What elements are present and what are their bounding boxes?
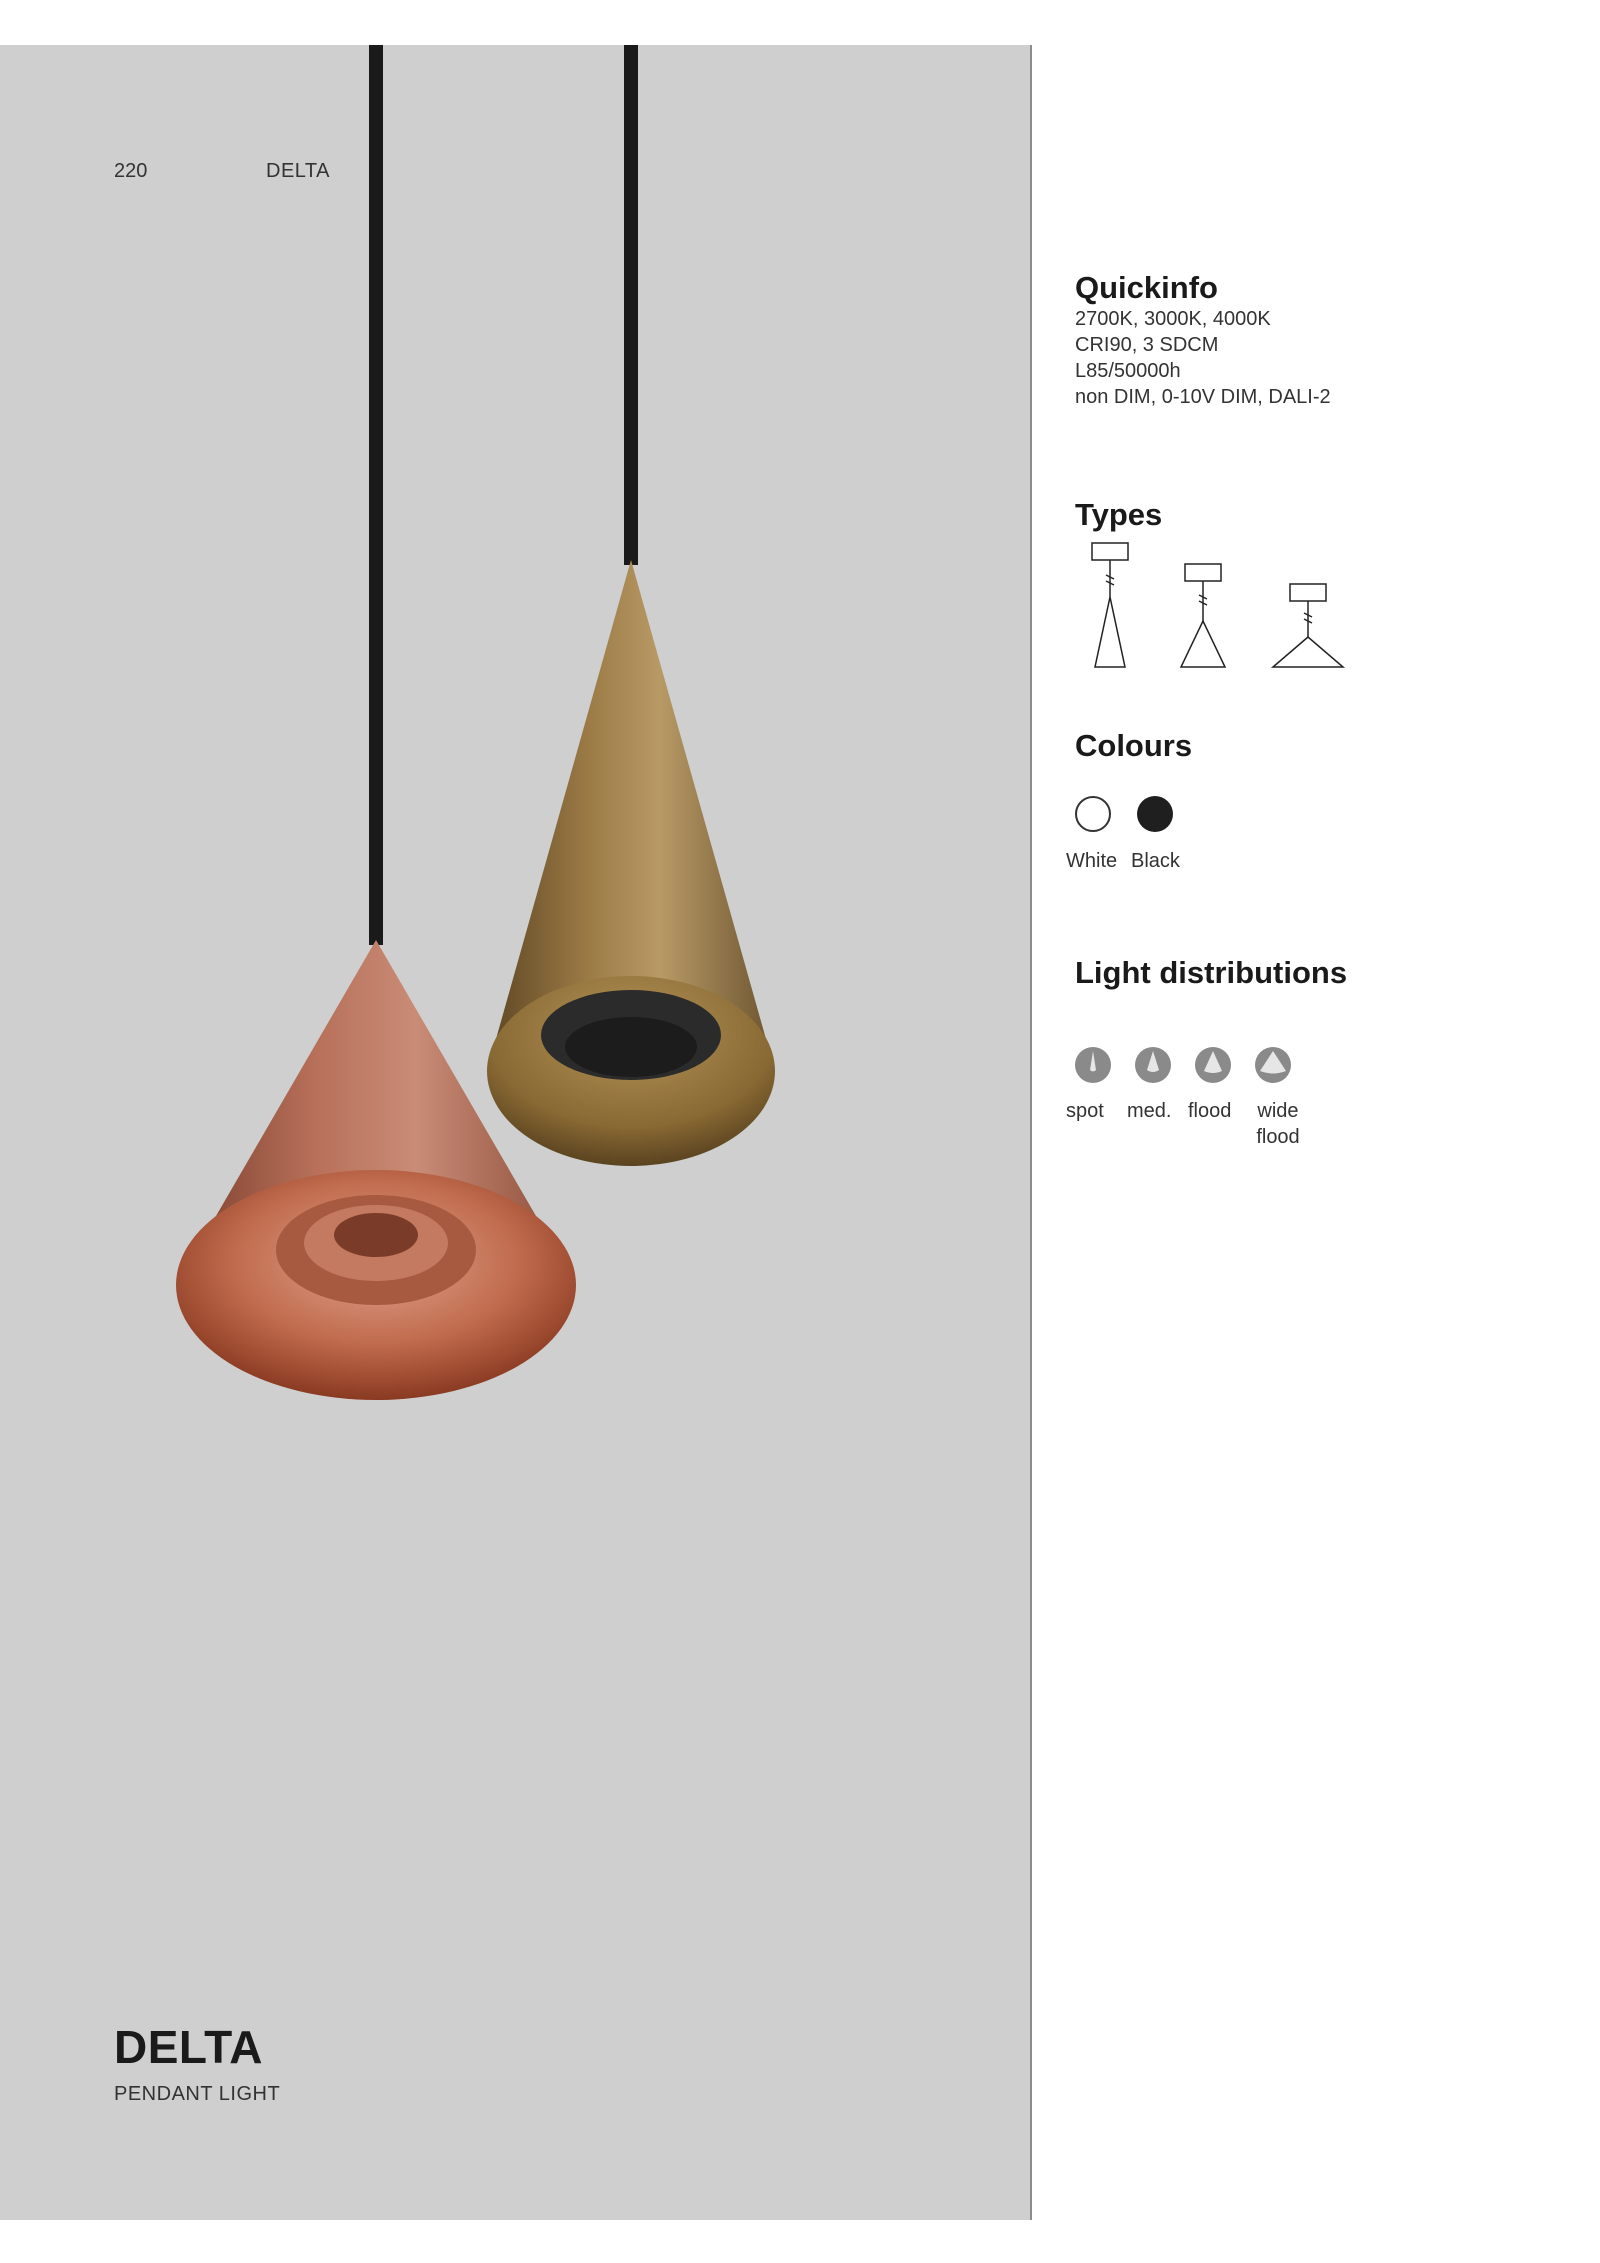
type-tall-cone-icon — [1091, 542, 1129, 668]
quickinfo-line: 2700K, 3000K, 4000K — [1075, 308, 1271, 330]
spot-distribution-icon — [1075, 1047, 1111, 1083]
copper-cable — [369, 45, 383, 945]
quickinfo-line: CRI90, 3 SDCM — [1075, 334, 1219, 356]
colours-title: Colours — [1075, 728, 1193, 763]
distribution-label-wide-flood: wide flood — [1256, 1100, 1300, 1148]
product-name: DELTA — [114, 2021, 263, 2073]
panel-divider — [1030, 45, 1032, 2220]
light-distributions-title: Light distributions — [1075, 955, 1348, 990]
medium-distribution-icon — [1135, 1047, 1171, 1083]
distribution-label-medium: med. — [1127, 1100, 1172, 1122]
product-subtitle: PENDANT LIGHT — [114, 2083, 281, 2105]
colour-swatch-white — [1075, 796, 1111, 832]
types-title: Types — [1075, 497, 1163, 532]
brass-cable — [624, 45, 638, 565]
brass-pendant — [487, 560, 775, 1166]
quickinfo-title: Quickinfo — [1075, 270, 1218, 305]
quickinfo-line: L85/50000h — [1075, 360, 1181, 382]
quickinfo-list: 2700K, 3000K, 4000K CRI90, 3 SDCM L85/50… — [1075, 306, 1331, 410]
type-wide-cone-icon — [1270, 583, 1346, 668]
wide-flood-distribution-icon — [1255, 1047, 1291, 1083]
distribution-label-spot: spot — [1066, 1100, 1104, 1122]
types-diagrams — [1091, 542, 1346, 668]
colour-swatch-black — [1137, 796, 1173, 832]
type-medium-cone-icon — [1179, 563, 1227, 668]
flood-distribution-icon — [1195, 1047, 1231, 1083]
pendant-lamps-illustration — [176, 45, 775, 1400]
colour-label-white: White — [1066, 850, 1118, 872]
distribution-label-flood: flood — [1188, 1100, 1232, 1122]
colour-label-black: Black — [1131, 850, 1180, 872]
quickinfo-line: non DIM, 0-10V DIM, DALI-2 — [1075, 386, 1331, 408]
